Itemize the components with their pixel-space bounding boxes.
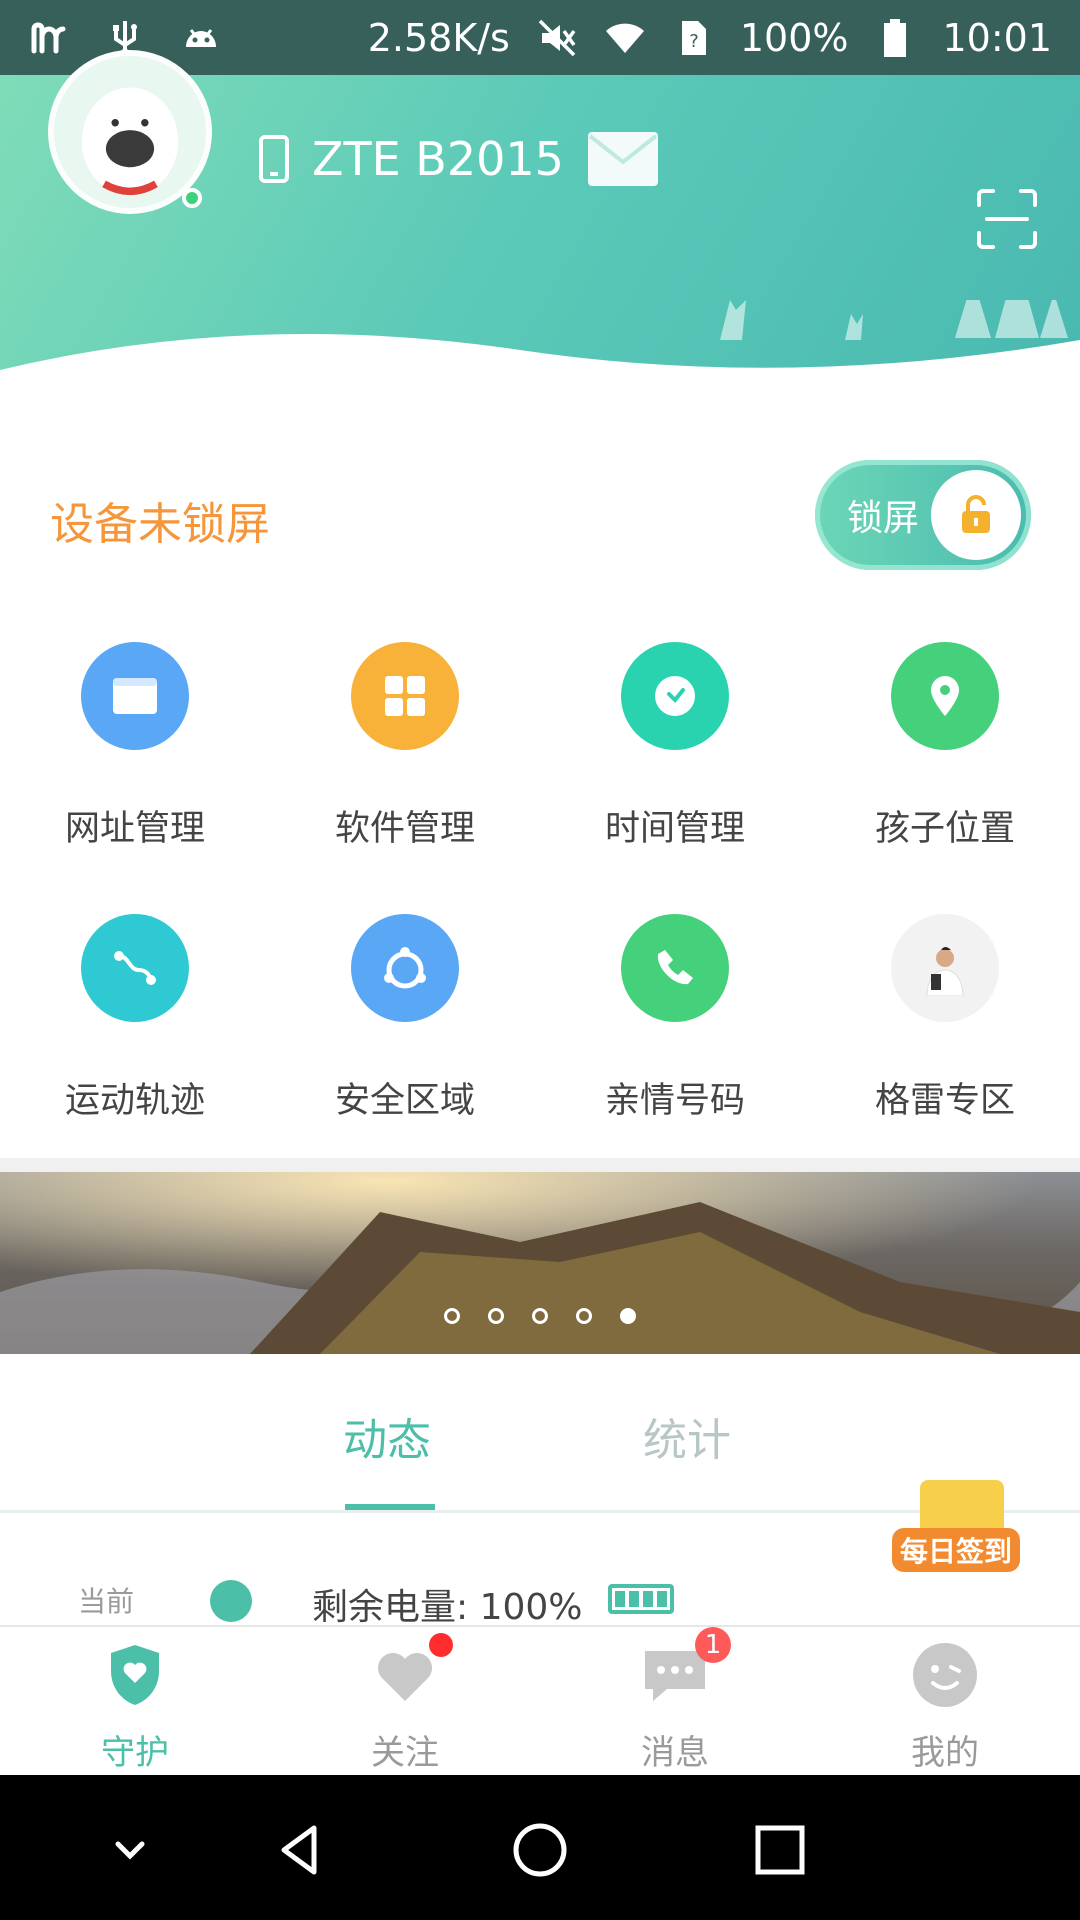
section-divider xyxy=(0,1158,1080,1172)
nav-messages[interactable]: 1 消息 xyxy=(540,1627,810,1773)
sim-unknown-icon: ? xyxy=(672,17,714,59)
grid-label: 运动轨迹 xyxy=(64,1081,205,1121)
device-name: ZTE B2015 xyxy=(312,132,564,186)
recent-apps-icon[interactable] xyxy=(750,1820,810,1880)
grid-label: 格雷专区 xyxy=(874,1081,1015,1121)
activity-time: 当前 xyxy=(78,1585,135,1618)
grid-label: 网址管理 xyxy=(64,809,205,849)
route-icon xyxy=(81,914,189,1022)
grid-label: 孩子位置 xyxy=(874,809,1015,849)
wifi-icon xyxy=(604,17,646,59)
banner-dot-active[interactable] xyxy=(620,1308,636,1324)
mail-icon[interactable] xyxy=(586,130,660,188)
banner-dot[interactable] xyxy=(488,1308,504,1324)
app-root: 2.58K/s ? 100% 10:01 ZTE B2015 设备未锁屏 锁屏 … xyxy=(0,0,1080,1920)
phone-icon xyxy=(259,135,289,183)
grid-item-route[interactable]: 运动轨迹 xyxy=(0,902,270,1152)
tab-activity[interactable]: 动态 xyxy=(343,1404,431,1468)
m-app-icon xyxy=(28,17,70,59)
nav-label: 我的 xyxy=(911,1733,979,1773)
chat-icon: 1 xyxy=(639,1627,731,1711)
mute-icon xyxy=(536,17,578,59)
grid-item-safe-zone[interactable]: 安全区域 xyxy=(270,902,540,1152)
unlock-icon xyxy=(931,470,1021,560)
svg-text:?: ? xyxy=(689,31,699,52)
message-count-badge: 1 xyxy=(695,1627,731,1663)
apps-icon xyxy=(351,642,459,750)
nav-guard[interactable]: 守护 xyxy=(0,1639,270,1773)
banner-image xyxy=(0,1172,1080,1354)
nav-follow[interactable]: 关注 xyxy=(270,1633,540,1773)
grid-item-apps[interactable]: 软件管理 xyxy=(270,630,540,880)
lock-status-text: 设备未锁屏 xyxy=(50,499,270,550)
tab-statistics[interactable]: 统计 xyxy=(643,1404,731,1468)
nav-mine[interactable]: 我的 xyxy=(810,1639,1080,1773)
clock-icon xyxy=(210,1580,252,1622)
grid-item-gray-zone[interactable]: 格雷专区 xyxy=(810,902,1080,1152)
system-navigation-bar xyxy=(0,1775,1080,1920)
clock-icon xyxy=(621,642,729,750)
grid-item-url[interactable]: 网址管理 xyxy=(0,630,270,880)
grid-item-time[interactable]: 时间管理 xyxy=(540,630,810,880)
heart-icon xyxy=(369,1633,453,1711)
grid-item-family-numbers[interactable]: 亲情号码 xyxy=(540,902,810,1152)
banner-dot[interactable] xyxy=(444,1308,460,1324)
activity-item: 当前 剩余电量: 100% xyxy=(0,1570,1080,1628)
grid-label: 安全区域 xyxy=(334,1081,475,1121)
network-speed: 2.58K/s xyxy=(367,15,510,60)
phone-call-icon xyxy=(621,914,729,1022)
banner-dot[interactable] xyxy=(532,1308,548,1324)
grid-label: 软件管理 xyxy=(334,809,475,849)
banner-carousel[interactable] xyxy=(0,1172,1080,1354)
notification-dot xyxy=(429,1633,453,1657)
chevron-down-icon[interactable] xyxy=(100,1820,160,1880)
nav-label: 关注 xyxy=(371,1733,439,1773)
banner-dot[interactable] xyxy=(576,1308,592,1324)
grid-label: 时间管理 xyxy=(604,809,745,849)
battery-level-icon xyxy=(608,1584,674,1614)
safe-zone-icon xyxy=(351,914,459,1022)
header-landscape xyxy=(0,300,1080,420)
lock-toggle-label: 锁屏 xyxy=(847,498,920,539)
online-status-dot xyxy=(182,188,202,208)
face-icon xyxy=(909,1639,981,1711)
device-row[interactable]: ZTE B2015 xyxy=(258,130,660,188)
scan-icon[interactable] xyxy=(975,187,1039,251)
shield-heart-icon xyxy=(99,1639,171,1711)
bottom-navigation: 守护 关注 1 消息 我的 xyxy=(0,1625,1080,1775)
browser-icon xyxy=(81,642,189,750)
banner-indicator xyxy=(444,1308,636,1324)
location-icon xyxy=(891,642,999,750)
back-icon[interactable] xyxy=(270,1820,330,1880)
promo-person-icon xyxy=(891,914,999,1022)
daily-checkin-button[interactable]: 每日签到 xyxy=(892,1480,1032,1572)
home-icon[interactable] xyxy=(510,1820,570,1880)
grid-item-location[interactable]: 孩子位置 xyxy=(810,630,1080,880)
grid-label: 亲情号码 xyxy=(604,1081,745,1121)
lock-screen-toggle[interactable]: 锁屏 xyxy=(815,460,1031,570)
nav-label: 消息 xyxy=(641,1733,709,1773)
checkin-label: 每日签到 xyxy=(892,1528,1021,1572)
feature-grid: 网址管理 软件管理 时间管理 孩子位置 运动轨迹 安全区域 亲情号码 格雷专区 xyxy=(0,630,1080,1160)
android-icon xyxy=(180,17,222,59)
battery-text: 剩余电量: 100% xyxy=(312,1587,583,1628)
nav-label: 守护 xyxy=(101,1733,169,1773)
battery-percent: 100% xyxy=(739,15,849,60)
clock-time: 10:01 xyxy=(942,15,1052,60)
battery-icon xyxy=(874,17,916,59)
